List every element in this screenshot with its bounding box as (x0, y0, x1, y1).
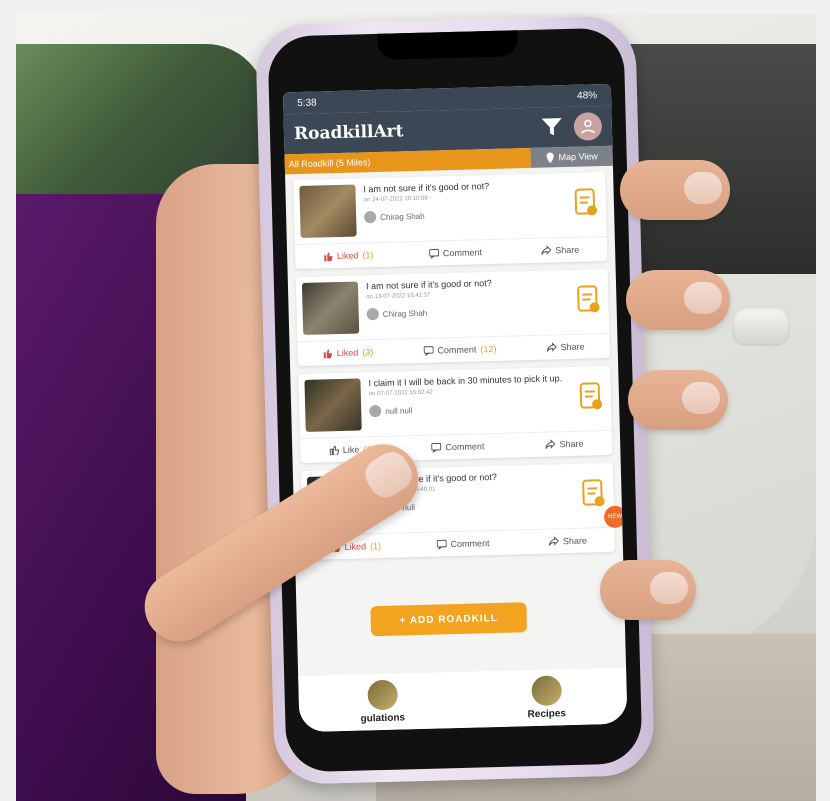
status-time: 5:38 (297, 97, 317, 109)
post-thumbnail[interactable] (299, 184, 357, 238)
map-view-button[interactable]: Map View (530, 145, 613, 168)
comment-button[interactable]: Comment (431, 441, 488, 453)
comment-icon (436, 539, 447, 550)
comment-button[interactable]: Comment (428, 247, 486, 259)
like-label: Liked (336, 250, 359, 262)
bottom-nav: gulations Recipes (298, 667, 628, 733)
report-icon[interactable] (579, 477, 608, 510)
share-icon (545, 439, 556, 449)
share-button[interactable]: Share (549, 536, 587, 547)
user-name: Chirag Shah (382, 308, 428, 319)
car-door-handle (732, 306, 790, 346)
share-icon (546, 342, 557, 352)
phone-bezel: 5:38 48% RoadkillArt All Roadkill (5 Mil… (267, 27, 643, 773)
thumbs-up-icon (329, 445, 339, 456)
comment-icon (431, 442, 442, 453)
recipes-icon (530, 675, 562, 707)
thumbs-up-icon (323, 252, 333, 262)
nav-item-recipes[interactable]: Recipes (527, 675, 566, 720)
report-icon[interactable] (577, 380, 606, 413)
share-label: Share (559, 438, 584, 450)
user-name: Chirag Shah (380, 211, 425, 222)
like-button[interactable]: Liked (3) (323, 347, 374, 359)
add-label: + ADD ROADKILL (399, 612, 499, 627)
app-title: RoadkillArt (293, 121, 404, 145)
share-button[interactable]: Share (546, 341, 585, 353)
like-count: (3) (362, 347, 374, 358)
regulations-icon (366, 679, 398, 711)
add-roadkill-button[interactable]: + ADD ROADKILL (370, 602, 528, 637)
filter-icon[interactable] (540, 115, 565, 140)
user-name: null null (385, 405, 413, 416)
comment-button[interactable]: Comment (12) (423, 343, 497, 356)
thumbs-up-icon (323, 349, 333, 359)
post-card[interactable]: I am not sure if it's good or not? on 24… (293, 171, 608, 270)
share-label: Share (555, 244, 580, 256)
share-label: Share (560, 341, 585, 353)
share-button[interactable]: Share (541, 245, 579, 256)
nav-item-regulations[interactable]: gulations (360, 679, 406, 725)
post-card[interactable]: I am not sure if it's good or not? on 13… (295, 268, 610, 367)
report-icon[interactable] (571, 186, 600, 219)
report-icon[interactable] (574, 283, 603, 316)
profile-icon[interactable] (573, 112, 603, 141)
new-badge[interactable]: NEW (603, 505, 627, 529)
post-card[interactable]: I claim it I will be back in 30 minutes … (298, 365, 613, 464)
comment-label: Comment (442, 247, 483, 259)
comment-label: Comment (450, 538, 490, 550)
post-thumbnail[interactable] (301, 281, 360, 335)
share-icon (549, 536, 560, 546)
comment-label: Comment (437, 344, 477, 356)
like-count: (1) (369, 540, 382, 552)
nav-label: Recipes (527, 708, 567, 721)
comment-icon (423, 346, 434, 356)
post-user: Chirag Shah (364, 206, 564, 224)
share-button[interactable]: Share (545, 438, 584, 450)
map-view-label: Map View (558, 151, 598, 163)
post-thumbnail[interactable] (304, 378, 362, 432)
user-avatar (369, 404, 382, 418)
like-label: Liked (336, 347, 359, 359)
finger-2 (626, 270, 730, 330)
post-user: null null (369, 400, 569, 418)
like-label: Liked (344, 541, 367, 552)
user-avatar (364, 211, 377, 224)
user-avatar (366, 307, 379, 321)
finger-3 (628, 370, 728, 430)
post-user: Chirag Shah (366, 303, 567, 321)
like-count: (1) (362, 250, 374, 261)
comment-count: (12) (480, 343, 497, 355)
comment-label: Comment (445, 441, 485, 453)
finger-4 (600, 560, 696, 620)
share-label: Share (562, 535, 588, 547)
status-battery: 48% (576, 89, 598, 102)
map-pin-icon (546, 152, 554, 163)
phone-screen: 5:38 48% RoadkillArt All Roadkill (5 Mil… (282, 83, 628, 733)
like-button[interactable]: Liked (1) (323, 250, 374, 262)
share-icon (541, 245, 552, 255)
phone-notch (377, 30, 519, 60)
photo-scene: 5:38 48% RoadkillArt All Roadkill (5 Mil… (0, 0, 830, 801)
nav-label: gulations (360, 712, 406, 725)
finger-1 (620, 160, 730, 220)
comment-button[interactable]: Comment (436, 538, 493, 550)
comment-icon (428, 248, 439, 259)
phone: 5:38 48% RoadkillArt All Roadkill (5 Mil… (255, 15, 655, 785)
